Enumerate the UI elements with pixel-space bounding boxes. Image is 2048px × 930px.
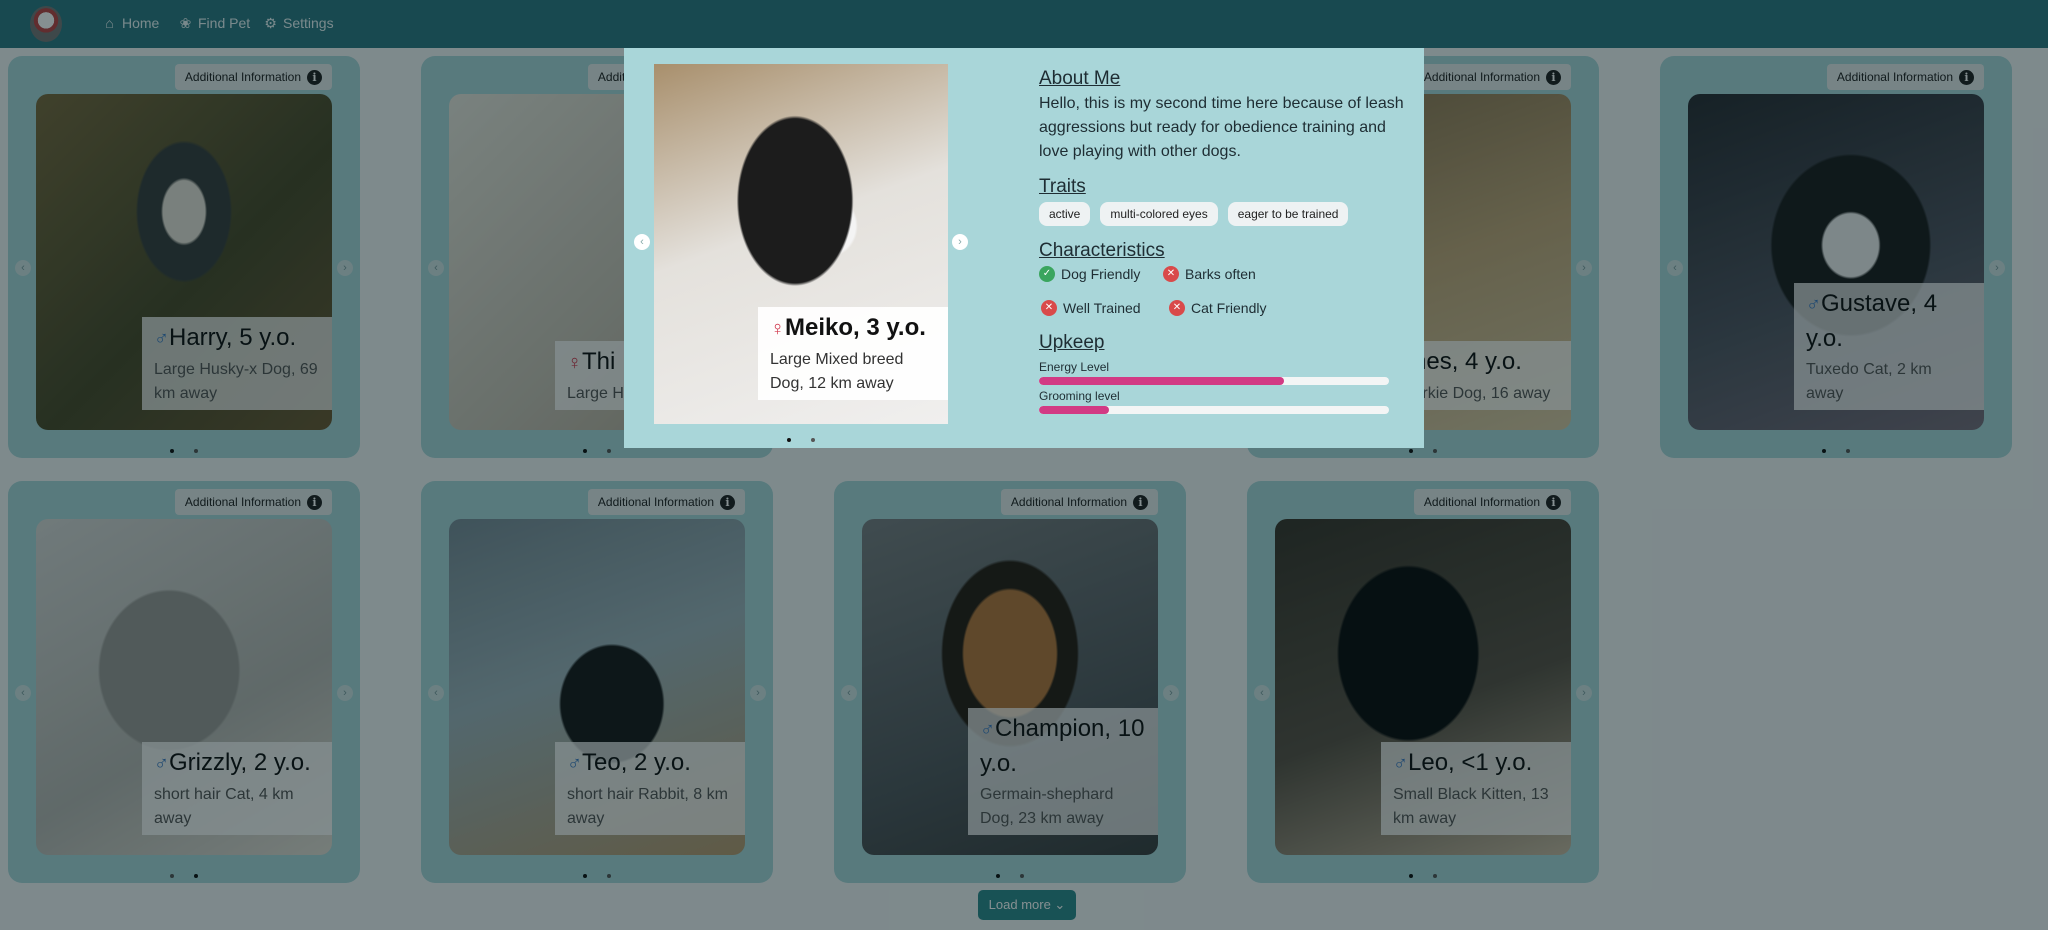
check-icon: ✓ — [1039, 266, 1055, 282]
energy-level-label: Energy Level — [1039, 360, 1110, 374]
modal-pet-description: Large Mixed breed Dog, 12 km away — [770, 351, 904, 392]
carousel-dot[interactable] — [787, 438, 791, 442]
pet-detail-modal: ♀Meiko, 3 y.o. Large Mixed breed Dog, 12… — [624, 48, 1424, 448]
characteristic-item: ✕ Well Trained — [1041, 300, 1141, 316]
modal-pet-name: Meiko, 3 y.o. — [785, 314, 926, 341]
characteristic-label: Cat Friendly — [1191, 300, 1267, 316]
grooming-level-bar — [1039, 406, 1389, 414]
energy-level-bar — [1039, 377, 1389, 385]
modal-backdrop-top[interactable] — [0, 0, 2048, 48]
trait-badge: multi-colored eyes — [1100, 202, 1218, 226]
about-me-heading: About Me — [1039, 68, 1121, 89]
x-icon: ✕ — [1041, 300, 1057, 316]
characteristic-item: ✕ Barks often — [1163, 266, 1256, 282]
about-me-text: Hello, this is my second time here becau… — [1039, 95, 1404, 160]
upkeep-heading: Upkeep — [1039, 332, 1105, 353]
characteristic-item: ✕ Cat Friendly — [1169, 300, 1266, 316]
traits-heading: Traits — [1039, 176, 1086, 197]
characteristics-heading: Characteristics — [1039, 240, 1165, 261]
next-photo-button[interactable]: › — [952, 234, 968, 250]
grooming-level-fill — [1039, 406, 1109, 414]
characteristic-item: ✓ Dog Friendly — [1039, 266, 1140, 282]
carousel-dots — [654, 438, 948, 442]
characteristic-label: Well Trained — [1063, 300, 1141, 316]
characteristic-label: Barks often — [1185, 266, 1256, 282]
modal-pet-label: ♀Meiko, 3 y.o. Large Mixed breed Dog, 12… — [758, 307, 948, 400]
gender-icon: ♀ — [770, 318, 785, 340]
x-icon: ✕ — [1163, 266, 1179, 282]
grooming-level-label: Grooming level — [1039, 389, 1120, 403]
characteristic-label: Dog Friendly — [1061, 266, 1141, 282]
traits-list: active multi-colored eyes eager to be tr… — [1039, 202, 1349, 226]
trait-badge: active — [1039, 202, 1091, 226]
energy-level-fill — [1039, 377, 1284, 385]
trait-badge: eager to be trained — [1227, 202, 1349, 226]
prev-photo-button[interactable]: ‹ — [634, 234, 650, 250]
modal-pet-photo: ♀Meiko, 3 y.o. Large Mixed breed Dog, 12… — [654, 64, 948, 424]
x-icon: ✕ — [1169, 300, 1185, 316]
carousel-dot[interactable] — [811, 438, 815, 442]
